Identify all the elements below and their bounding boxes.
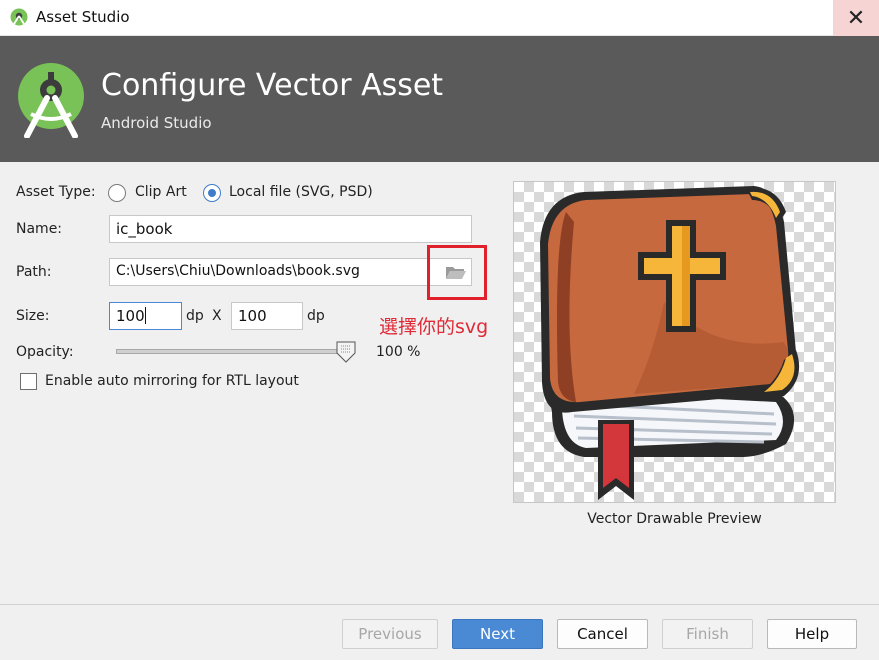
next-button[interactable]: Next	[452, 619, 543, 649]
opacity-label: Opacity:	[16, 344, 74, 360]
title-bar: Asset Studio ✕	[0, 0, 879, 36]
name-input[interactable]: ic_book	[109, 215, 472, 243]
opacity-slider-thumb[interactable]	[336, 341, 356, 363]
vector-preview-canvas	[513, 181, 836, 503]
opacity-slider-track[interactable]	[116, 349, 352, 354]
width-value: 100	[116, 307, 145, 325]
window-title: Asset Studio	[36, 8, 130, 26]
android-studio-logo-icon	[18, 63, 84, 138]
size-separator: X	[212, 308, 222, 324]
highlight-box	[427, 245, 487, 300]
radio-button-selected[interactable]	[203, 184, 221, 202]
previous-button[interactable]: Previous	[342, 619, 438, 649]
height-unit-label: dp	[307, 308, 325, 324]
path-input[interactable]: C:\Users\Chiu\Downloads\book.svg	[109, 258, 472, 286]
opacity-value: 100 %	[376, 344, 421, 360]
rtl-mirroring-label: Enable auto mirroring for RTL layout	[45, 373, 299, 389]
page-subtitle: Android Studio	[101, 114, 212, 132]
close-button[interactable]: ✕	[833, 0, 879, 36]
help-button[interactable]: Help	[767, 619, 857, 649]
header-banner: Configure Vector Asset Android Studio	[0, 36, 879, 162]
width-unit-label: dp	[186, 308, 204, 324]
page-title: Configure Vector Asset	[101, 68, 444, 103]
book-icon	[540, 186, 800, 500]
size-label: Size:	[16, 308, 50, 324]
text-caret	[144, 307, 146, 324]
radio-label: Local file (SVG, PSD)	[229, 184, 373, 200]
cancel-button[interactable]: Cancel	[557, 619, 648, 649]
width-input[interactable]: 100	[109, 302, 182, 330]
finish-button[interactable]: Finish	[662, 619, 753, 649]
preview-caption: Vector Drawable Preview	[587, 511, 762, 527]
name-label: Name:	[16, 221, 63, 237]
close-icon: ✕	[846, 5, 866, 31]
opacity-slider-fill	[117, 350, 351, 353]
footer-divider	[0, 604, 879, 605]
radio-label: Clip Art	[135, 184, 187, 200]
android-studio-icon	[10, 8, 28, 26]
height-input[interactable]: 100	[231, 302, 303, 330]
path-label: Path:	[16, 264, 52, 280]
radio-button[interactable]	[108, 184, 126, 202]
annotation-text: 選擇你的svg	[379, 316, 489, 338]
rtl-mirroring-checkbox[interactable]	[20, 373, 37, 390]
asset-type-label: Asset Type:	[16, 184, 96, 200]
